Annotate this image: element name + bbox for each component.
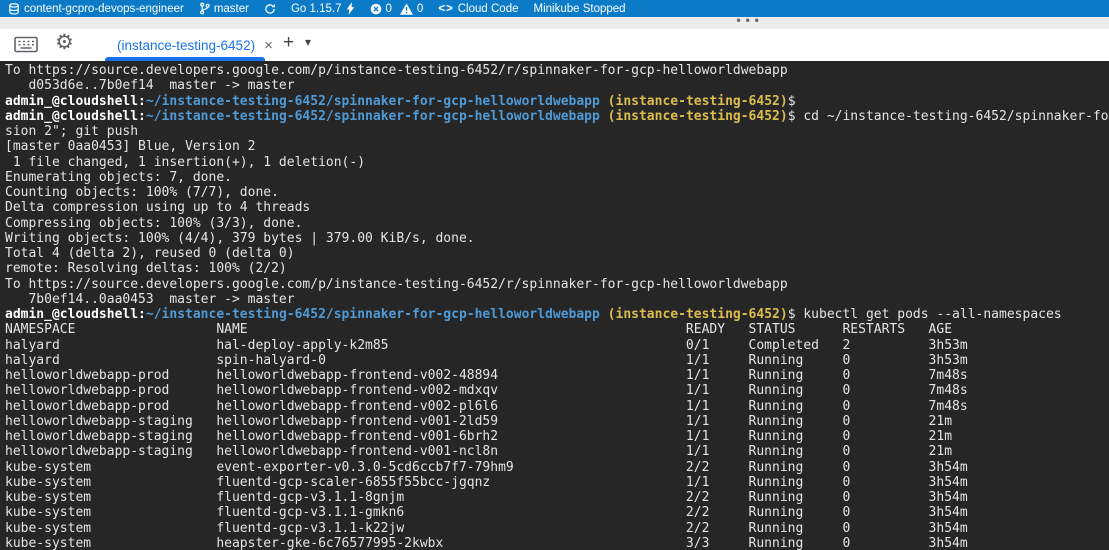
minikube-status-label: Minikube Stopped (533, 3, 625, 15)
warning-icon (400, 3, 413, 15)
terminal-line: [master 0aa0453] Blue, Version 2 (5, 139, 1109, 154)
terminal-line: kube-system fluentd-gcp-v3.1.1-8gnjm 2/2… (5, 490, 1109, 505)
error-count: 0 (386, 3, 392, 15)
terminal-line: admin_@cloudshell:~/instance-testing-645… (5, 307, 1109, 322)
project-indicator[interactable]: content-gcpro-devops-engineer (8, 3, 184, 15)
error-icon (370, 3, 382, 15)
terminal-line: kube-system fluentd-gcp-v3.1.1-k22jw 2/2… (5, 521, 1109, 536)
cloud-shell-window: content-gcpro-devops-engineer master (0, 0, 1109, 550)
terminal-line: halyard hal-deploy-apply-k2m85 0/1 Compl… (5, 338, 1109, 353)
tab-label: (instance-testing-6452) (117, 38, 255, 53)
terminal-tab-bar: ⚙ (instance-testing-6452) × + ▾ (0, 29, 1109, 61)
cloud-code-label: Cloud Code (458, 3, 519, 15)
go-version-label: Go 1.15.7 (291, 3, 342, 15)
terminal-line: helloworldwebapp-staging helloworldwebap… (5, 444, 1109, 459)
tab-close-icon[interactable]: × (264, 37, 273, 54)
panel-more-handle[interactable]: ••• (735, 14, 762, 28)
branch-label: master (214, 3, 249, 15)
terminal-line: admin_@cloudshell:~/instance-testing-645… (5, 109, 1109, 124)
terminal-line: Counting objects: 100% (7/7), done. (5, 185, 1109, 200)
terminal-line: Compressing objects: 100% (3/3), done. (5, 216, 1109, 231)
sync-button[interactable] (264, 3, 276, 15)
cloud-code-button[interactable]: <> Cloud Code (438, 3, 518, 15)
terminal-line: kube-system event-exporter-v0.3.0-5cd6cc… (5, 460, 1109, 475)
terminal-line: 1 file changed, 1 insertion(+), 1 deleti… (5, 155, 1109, 170)
panel-resize-strip: ••• (0, 17, 1109, 29)
terminal-line: halyard spin-halyard-0 1/1 Running 0 3h5… (5, 353, 1109, 368)
terminal-line: Enumerating objects: 7, done. (5, 170, 1109, 185)
terminal-output[interactable]: To https://source.developers.google.com/… (0, 61, 1109, 550)
project-label: content-gcpro-devops-engineer (24, 3, 184, 15)
terminal-line: 7b0ef14..0aa0453 master -> master (5, 292, 1109, 307)
sync-icon (264, 3, 276, 15)
terminal-line: kube-system heapster-gke-6c76577995-2kwb… (5, 536, 1109, 550)
go-version-indicator[interactable]: Go 1.15.7 (291, 2, 355, 15)
branch-indicator[interactable]: master (199, 2, 249, 15)
terminal-line: helloworldwebapp-prod helloworldwebapp-f… (5, 383, 1109, 398)
terminal-line: kube-system fluentd-gcp-v3.1.1-gmkn6 2/2… (5, 505, 1109, 520)
terminal-line: helloworldwebapp-prod helloworldwebapp-f… (5, 399, 1109, 414)
lightning-icon (346, 2, 355, 15)
terminal-line: Delta compression using up to 4 threads (5, 200, 1109, 215)
terminal-line: Total 4 (delta 2), reused 0 (delta 0) (5, 246, 1109, 261)
terminal-line: kube-system fluentd-gcp-scaler-6855f55bc… (5, 475, 1109, 490)
git-branch-icon (199, 2, 210, 15)
terminal-line: helloworldwebapp-prod helloworldwebapp-f… (5, 368, 1109, 383)
terminal-line: Writing objects: 100% (4/4), 379 bytes |… (5, 231, 1109, 246)
code-brackets-icon: <> (438, 3, 453, 15)
terminal-line: admin_@cloudshell:~/instance-testing-645… (5, 94, 1109, 109)
terminal-line: sion 2"; git push (5, 124, 1109, 139)
terminal-line: helloworldwebapp-staging helloworldwebap… (5, 429, 1109, 444)
minikube-status[interactable]: Minikube Stopped (533, 3, 625, 15)
gear-icon[interactable]: ⚙ (55, 30, 74, 54)
add-tab-button[interactable]: + (283, 32, 294, 54)
terminal-line: NAMESPACE NAME READY STATUS RESTARTS AGE (5, 322, 1109, 337)
terminal-line: To https://source.developers.google.com/… (5, 277, 1109, 292)
status-bar: content-gcpro-devops-engineer master (0, 0, 1109, 17)
problems-indicator[interactable]: 0 0 (370, 3, 424, 15)
warning-count: 0 (417, 3, 423, 15)
terminal-line: remote: Resolving deltas: 100% (2/2) (5, 261, 1109, 276)
terminal-line: To https://source.developers.google.com/… (5, 63, 1109, 78)
keyboard-icon[interactable] (14, 36, 38, 58)
terminal-line: helloworldwebapp-staging helloworldwebap… (5, 414, 1109, 429)
database-icon (8, 3, 20, 15)
tab-options-caret-icon[interactable]: ▾ (305, 35, 311, 49)
terminal-line: d053d6e..7b0ef14 master -> master (5, 78, 1109, 93)
